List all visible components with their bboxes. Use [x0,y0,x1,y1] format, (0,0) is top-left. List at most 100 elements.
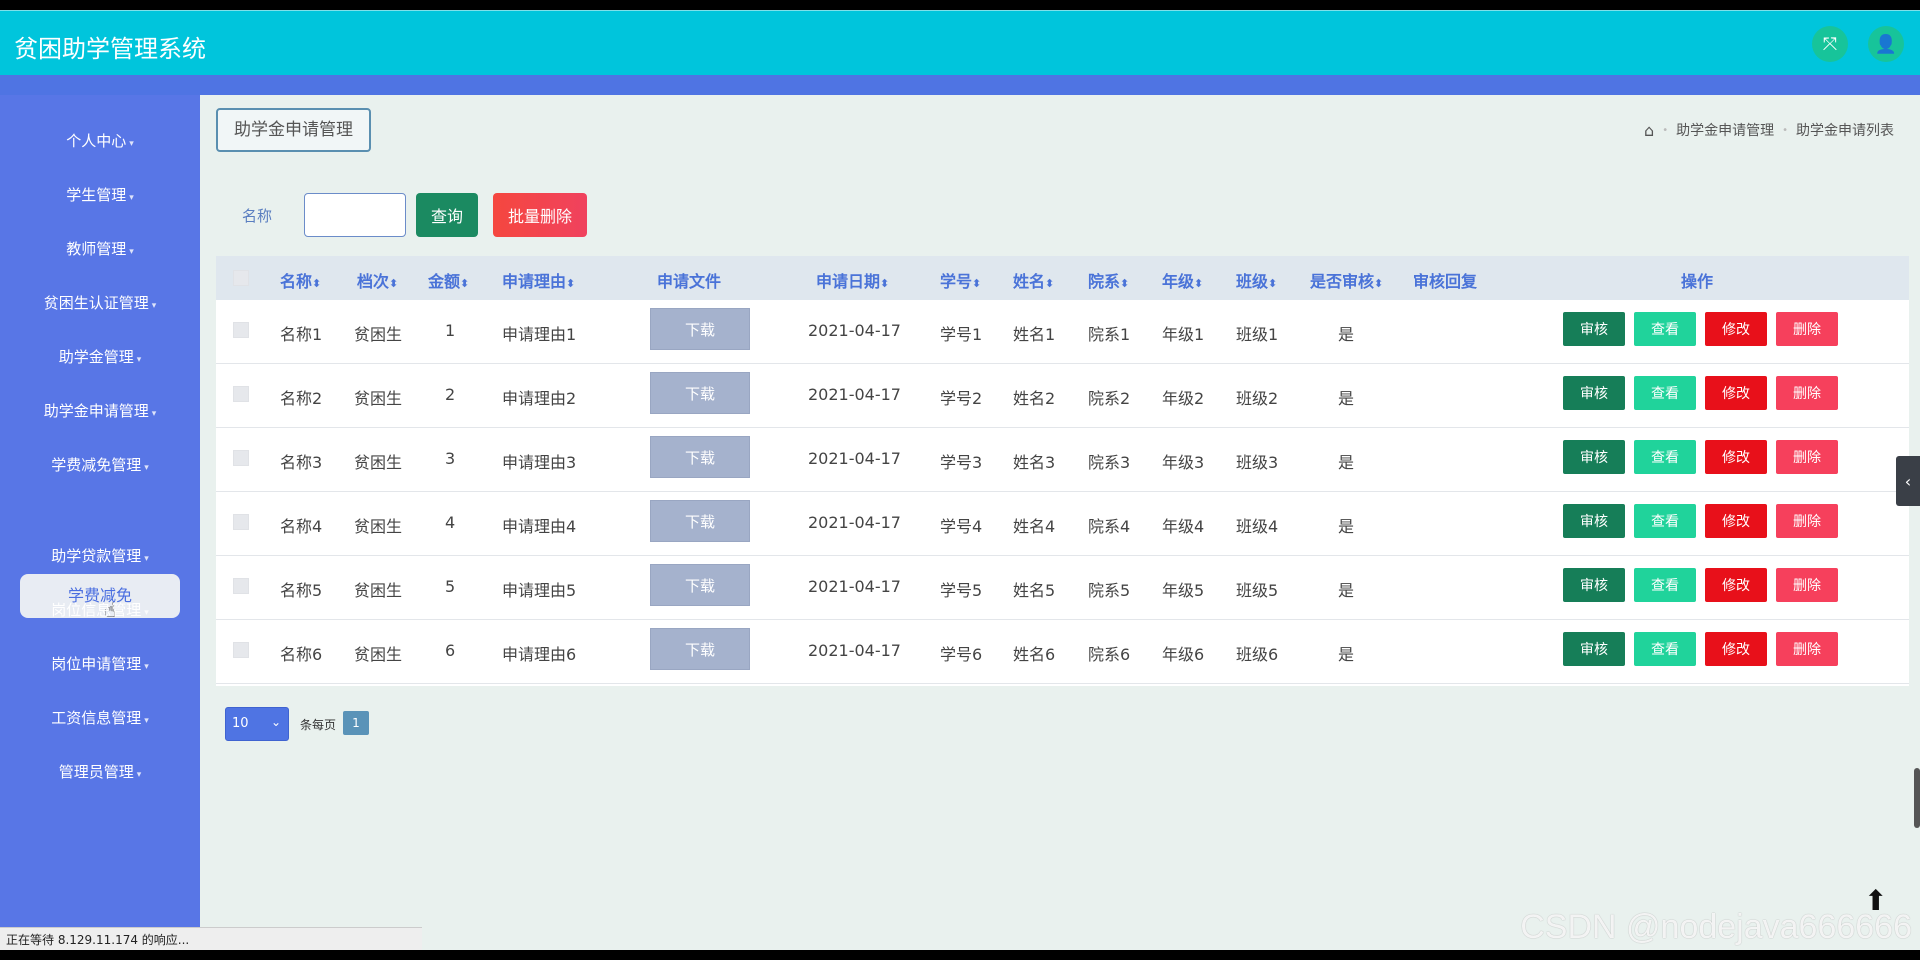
page-number-button[interactable]: 1 [343,711,369,735]
column-header[interactable]: 姓名⬍ [1013,268,1054,292]
delete-button[interactable]: 删除 [1776,632,1838,666]
sidebar-item[interactable]: 管理员管理 ▾ [0,761,200,782]
cell-name: 名称3 [280,453,323,472]
scrollbar-thumb[interactable] [1914,768,1920,828]
audit-button[interactable]: 审核 [1563,568,1625,602]
column-header[interactable]: 年级⬍ [1162,268,1203,292]
cell-grade: 年级6 [1162,645,1205,664]
sort-icon[interactable]: ⬍ [880,277,889,290]
edit-button[interactable]: 修改 [1705,568,1767,602]
search-input[interactable] [304,193,406,237]
column-header[interactable]: 学号⬍ [940,268,981,292]
sort-icon[interactable]: ⬍ [389,277,398,290]
edit-button[interactable]: 修改 [1705,376,1767,410]
batch-delete-button[interactable]: 批量删除 [493,193,587,237]
view-button[interactable]: 查看 [1634,632,1696,666]
column-header[interactable]: 申请理由⬍ [502,268,575,292]
download-button[interactable]: 下载 [650,500,750,542]
download-button[interactable]: 下载 [650,564,750,606]
cell-amount: 6 [445,641,456,660]
download-button[interactable]: 下载 [650,372,750,414]
view-button[interactable]: 查看 [1634,568,1696,602]
column-header[interactable]: 班级⬍ [1236,268,1277,292]
sidebar-item[interactable]: 贫困生认证管理 ▾ [0,292,200,313]
view-button[interactable]: 查看 [1634,504,1696,538]
view-button[interactable]: 查看 [1634,376,1696,410]
sidebar-item[interactable]: 学费减免管理 ▾ [0,454,200,475]
row-checkbox[interactable] [233,386,249,402]
home-icon[interactable]: ⌂ [1644,121,1654,140]
column-header-label: 班级 [1236,272,1269,291]
sidebar-item[interactable]: 岗位申请管理 ▾ [0,653,200,674]
sidebar-item[interactable]: 岗位信息管理 ▾ [0,599,200,620]
download-button[interactable]: 下载 [650,436,750,478]
audit-button[interactable]: 审核 [1563,376,1625,410]
sidebar-item[interactable]: 助学贷款管理 ▾ [0,545,200,566]
select-all-checkbox[interactable] [233,270,249,286]
edit-button[interactable]: 修改 [1705,504,1767,538]
sidebar-item[interactable]: 个人中心 ▾ [0,130,200,151]
download-button[interactable]: 下载 [650,628,750,670]
download-button[interactable]: 下载 [650,308,750,350]
breadcrumb-item-1[interactable]: 助学金申请管理 [1676,120,1774,140]
view-button[interactable]: 查看 [1634,440,1696,474]
sidebar-item[interactable]: 教师管理 ▾ [0,238,200,259]
cell-date: 2021-04-17 [808,641,901,660]
column-header[interactable]: 院系⬍ [1088,268,1129,292]
cell-name: 名称4 [280,517,323,536]
sort-icon[interactable]: ⬍ [460,277,469,290]
sort-icon[interactable]: ⬍ [1194,277,1203,290]
breadcrumb: ⌂ • 助学金申请管理 • 助学金申请列表 [1644,120,1894,140]
cell-class: 班级6 [1236,645,1279,664]
column-header[interactable]: 金额⬍ [428,268,469,292]
audit-button[interactable]: 审核 [1563,440,1625,474]
caret-down-icon: ▾ [151,409,157,419]
caret-down-icon: ▾ [151,301,157,311]
audit-button[interactable]: 审核 [1563,312,1625,346]
fullscreen-icon[interactable]: ⤧ [1812,26,1848,62]
view-button[interactable]: 查看 [1634,312,1696,346]
query-button[interactable]: 查询 [416,193,478,237]
column-header-label: 名称 [280,272,313,291]
row-checkbox[interactable] [233,514,249,530]
sidebar-item[interactable]: 助学金管理 ▾ [0,346,200,367]
sort-icon[interactable]: ⬍ [1120,277,1129,290]
column-header[interactable]: 档次⬍ [357,268,398,292]
column-header[interactable]: 名称⬍ [280,268,321,292]
edit-button[interactable]: 修改 [1705,312,1767,346]
edit-button[interactable]: 修改 [1705,632,1767,666]
audit-button[interactable]: 审核 [1563,504,1625,538]
audit-button[interactable]: 审核 [1563,632,1625,666]
delete-button[interactable]: 删除 [1776,312,1838,346]
column-header[interactable]: 申请日期⬍ [816,268,889,292]
caret-down-icon: ▾ [144,716,149,726]
delete-button[interactable]: 删除 [1776,568,1838,602]
sidebar-item[interactable]: 助学金申请管理 ▾ [0,400,200,421]
row-checkbox[interactable] [233,450,249,466]
row-checkbox[interactable] [233,322,249,338]
sidebar-item[interactable]: 学生管理 ▾ [0,184,200,205]
delete-button[interactable]: 删除 [1776,504,1838,538]
sort-icon[interactable]: ⬍ [566,277,575,290]
column-header-label: 审核回复 [1413,272,1478,291]
sidebar-item[interactable]: 工资信息管理 ▾ [0,707,200,728]
sort-icon[interactable]: ⬍ [1374,277,1383,290]
column-header-label: 学号 [940,272,973,291]
sort-icon[interactable]: ⬍ [1268,277,1277,290]
collapse-panel-tab[interactable]: ‹ [1896,456,1920,506]
sort-icon[interactable]: ⬍ [1045,277,1054,290]
delete-button[interactable]: 删除 [1776,440,1838,474]
column-header-label: 是否审核 [1310,272,1375,291]
edit-button[interactable]: 修改 [1705,440,1767,474]
column-header[interactable]: 是否审核⬍ [1310,268,1383,292]
delete-button[interactable]: 删除 [1776,376,1838,410]
row-checkbox[interactable] [233,642,249,658]
cell-class: 班级3 [1236,453,1279,472]
sort-icon[interactable]: ⬍ [972,277,981,290]
sort-icon[interactable]: ⬍ [312,277,321,290]
page-size-select[interactable]: 10 ⌄ [225,707,289,741]
row-checkbox[interactable] [233,578,249,594]
caret-down-icon: ▾ [129,139,134,149]
page-title-tag[interactable]: 助学金申请管理 [216,108,371,152]
user-icon[interactable]: 👤 [1868,26,1904,62]
